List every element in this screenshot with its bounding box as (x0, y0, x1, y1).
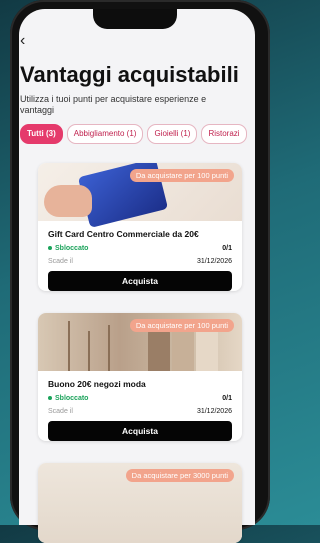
buy-button[interactable]: Acquista (48, 271, 232, 291)
page-subtitle: Utilizza i tuoi punti per acquistare esp… (20, 94, 207, 115)
phone-notch (93, 9, 177, 29)
points-badge: Da acquistare per 100 punti (129, 169, 234, 182)
reward-count: 0/1 (222, 395, 232, 402)
filter-tutti[interactable]: Tutti (3) (20, 124, 63, 144)
points-badge: Da acquistare per 100 punti (129, 319, 234, 332)
dried-plant (88, 331, 90, 371)
page-title: Vantaggi acquistabili (20, 62, 239, 87)
status-dot-icon (48, 246, 52, 251)
status-dot-icon (48, 396, 52, 401)
hand-illustration (44, 185, 92, 217)
reward-name: Gift Card Centro Commerciale da 20€ (48, 229, 199, 239)
reward-card-gift-card[interactable]: Da acquistare per 100 punti Gift Card Ce… (38, 163, 242, 291)
fashion-image: Da acquistare per 100 punti (38, 313, 242, 371)
gift-card-image: Da acquistare per 100 punti (38, 163, 242, 228)
status-unlocked: Sbloccato (48, 395, 88, 402)
reward-card-third[interactable]: Da acquistare per 3000 punti (38, 463, 242, 543)
hanging-cloth (196, 327, 218, 371)
filter-abbigliamento[interactable]: Abbigliamento (1) (66, 124, 144, 144)
reward-name: Buono 20€ negozi moda (48, 379, 146, 389)
points-badge: Da acquistare per 3000 punti (125, 469, 234, 482)
reward-count: 0/1 (222, 245, 232, 252)
dried-plant (108, 325, 110, 371)
reward-card-fashion-voucher[interactable]: Da acquistare per 100 punti Buono 20€ ne… (38, 313, 242, 441)
expiry-label: Scade il (48, 258, 73, 265)
filter-gioielli[interactable]: Gioielli (1) (147, 124, 198, 144)
buy-button[interactable]: Acquista (48, 421, 232, 441)
filter-chips: Tutti (3) Abbigliamento (1) Gioielli (1)… (20, 124, 247, 144)
expiry-date: 31/12/2026 (196, 258, 232, 265)
back-icon[interactable]: ‹ (20, 32, 25, 50)
status-unlocked: Sbloccato (48, 245, 88, 252)
expiry-label: Scade il (48, 408, 73, 415)
knit-image: Da acquistare per 3000 punti (38, 463, 242, 543)
filter-ristorazione[interactable]: Ristorazi (201, 124, 247, 144)
expiry-date: 31/12/2026 (196, 408, 232, 415)
dried-plant (68, 321, 70, 371)
hanging-cloth (148, 329, 170, 371)
